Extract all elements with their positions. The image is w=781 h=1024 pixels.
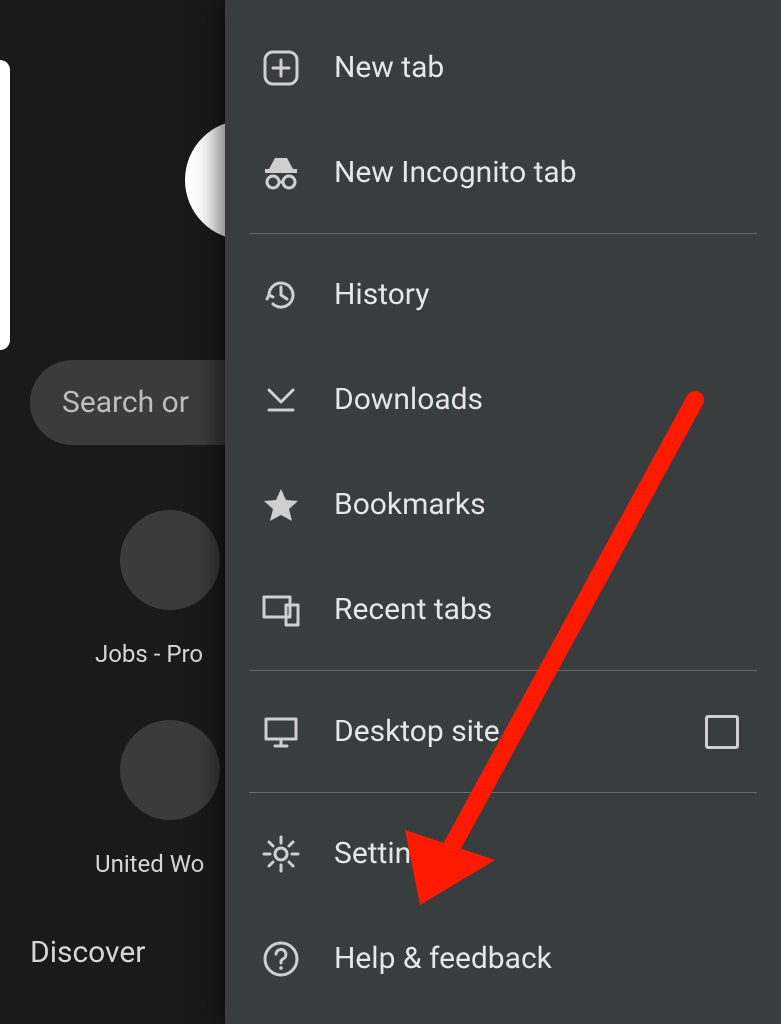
search-placeholder: Search or (62, 385, 189, 420)
menu-item-history[interactable]: History (225, 242, 781, 347)
menu-item-label: Downloads (334, 382, 483, 417)
menu-item-label: Desktop site (334, 714, 500, 749)
menu-item-recent-tabs[interactable]: Recent tabs (225, 557, 781, 662)
downloads-icon (260, 379, 302, 421)
menu-item-desktop-site[interactable]: Desktop site (225, 679, 781, 784)
desktop-site-checkbox[interactable] (703, 713, 741, 751)
menu-item-label: Bookmarks (334, 487, 486, 522)
star-icon (260, 484, 302, 526)
menu-item-settings[interactable]: Settings (225, 801, 781, 906)
monitor-icon (260, 711, 302, 753)
menu-item-label: Recent tabs (334, 592, 492, 627)
plus-box-icon (260, 47, 302, 89)
shortcut-label-2: United Wo (95, 850, 204, 878)
menu-divider (249, 792, 757, 793)
menu-item-label: Help & feedback (334, 941, 552, 976)
menu-item-label: History (334, 277, 429, 312)
menu-item-label: New tab (334, 50, 444, 85)
help-icon (260, 938, 302, 980)
incognito-icon (260, 152, 302, 194)
menu-item-downloads[interactable]: Downloads (225, 347, 781, 452)
shortcut-tile-1[interactable] (120, 510, 220, 610)
chrome-overflow-menu: New tab New Incognito tab History (225, 0, 781, 1024)
menu-divider (249, 670, 757, 671)
menu-divider (249, 233, 757, 234)
discover-heading: Discover (30, 935, 145, 970)
menu-item-new-tab[interactable]: New tab (225, 15, 781, 120)
menu-item-label: New Incognito tab (334, 155, 577, 190)
tab-edge (0, 60, 10, 350)
menu-item-label: Settings (334, 836, 444, 871)
menu-item-incognito[interactable]: New Incognito tab (225, 120, 781, 225)
gear-icon (260, 833, 302, 875)
checkbox-empty-icon (705, 715, 739, 749)
history-icon (260, 274, 302, 316)
shortcut-label-1: Jobs - Pro (95, 640, 203, 668)
menu-item-bookmarks[interactable]: Bookmarks (225, 452, 781, 557)
menu-item-help-feedback[interactable]: Help & feedback (225, 906, 781, 1011)
shortcut-tile-2[interactable] (120, 720, 220, 820)
recent-tabs-icon (260, 589, 302, 631)
